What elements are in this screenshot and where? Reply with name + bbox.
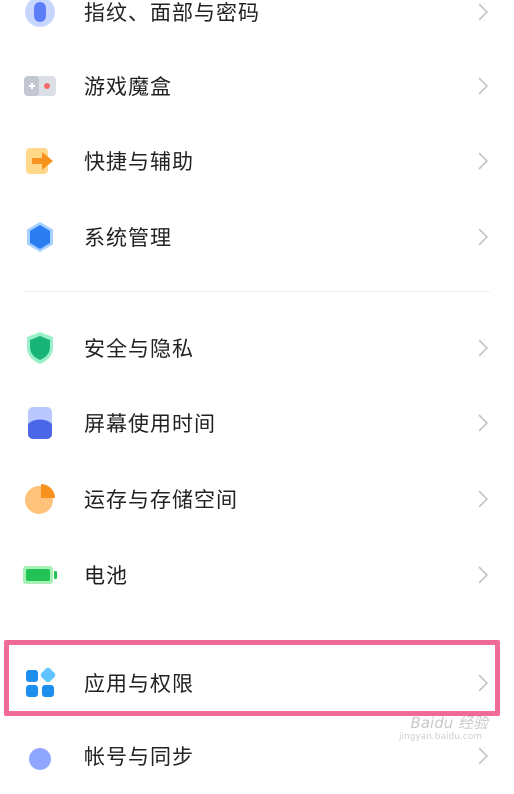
chevron-right-icon [478, 228, 489, 246]
settings-item-fingerprint[interactable]: 指纹、面部与密码 [0, 0, 514, 50]
settings-item-label: 快捷与辅助 [84, 150, 194, 174]
settings-item-game-box[interactable]: 游戏魔盒 [0, 48, 514, 124]
chevron-right-icon [478, 414, 489, 432]
settings-item-label: 系统管理 [84, 226, 172, 250]
highlight-box [4, 640, 500, 716]
shortcut-icon [22, 143, 58, 179]
settings-item-label: 电池 [84, 564, 128, 588]
game-box-icon [22, 68, 58, 104]
chevron-right-icon [478, 490, 489, 508]
settings-item-label: 运存与存储空间 [84, 488, 238, 512]
settings-item-label: 安全与隐私 [84, 337, 194, 361]
chevron-right-icon [478, 566, 489, 584]
chevron-right-icon [478, 3, 489, 21]
settings-item-screen-time[interactable]: 屏幕使用时间 [0, 385, 514, 461]
settings-item-label: 屏幕使用时间 [84, 412, 216, 436]
settings-item-system-manage[interactable]: 系统管理 [0, 199, 514, 275]
chevron-right-icon [478, 77, 489, 95]
settings-item-storage[interactable]: 运存与存储空间 [0, 461, 514, 537]
chevron-right-icon [478, 339, 489, 357]
settings-item-battery[interactable]: 电池 [0, 537, 514, 613]
system-manage-icon [22, 219, 58, 255]
watermark-url: jingyan.baidu.com [398, 732, 482, 742]
storage-icon [22, 481, 58, 517]
section-divider [24, 291, 490, 292]
watermark: Baidu 经验 [410, 714, 488, 732]
settings-item-security[interactable]: 安全与隐私 [0, 310, 514, 386]
chevron-right-icon [478, 152, 489, 170]
settings-item-label: 指纹、面部与密码 [84, 1, 260, 25]
chevron-right-icon [478, 747, 489, 765]
shield-icon [22, 330, 58, 366]
battery-icon [22, 557, 58, 593]
settings-item-shortcut[interactable]: 快捷与辅助 [0, 123, 514, 199]
settings-item-label: 游戏魔盒 [84, 75, 172, 99]
account-icon [22, 738, 58, 774]
settings-item-label: 帐号与同步 [84, 745, 194, 769]
fingerprint-icon [22, 0, 58, 30]
screen-time-icon [22, 405, 58, 441]
